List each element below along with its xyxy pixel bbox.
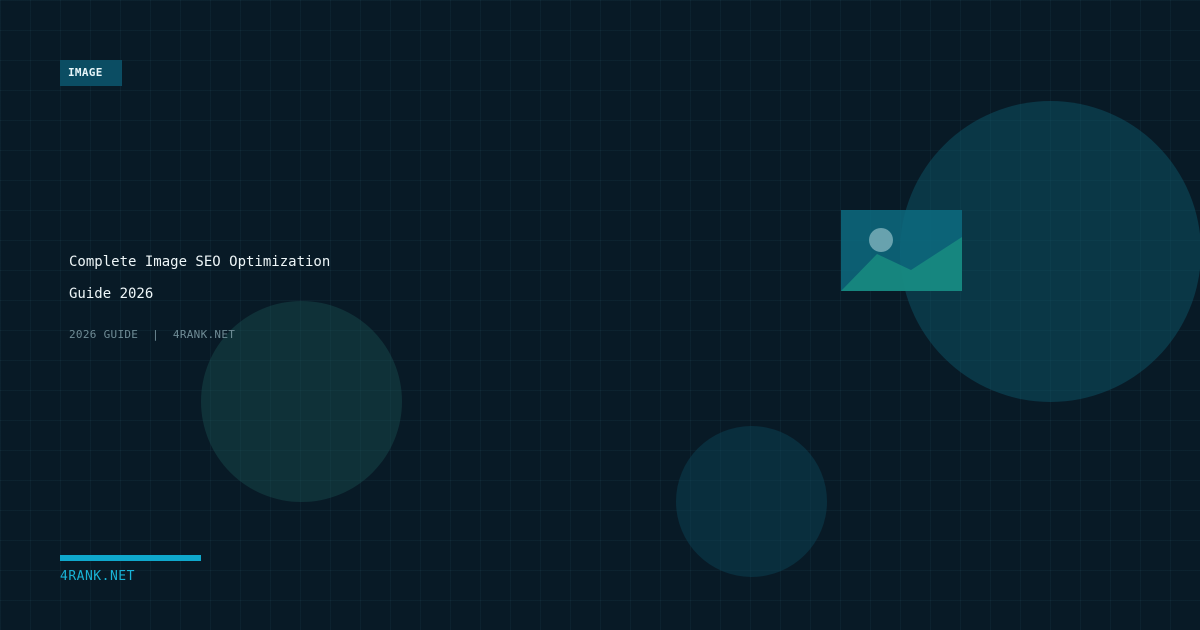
category-tag: IMAGE bbox=[60, 60, 122, 86]
og-card: IMAGE Complete Image SEO Optimization Gu… bbox=[0, 0, 1200, 630]
brand-label: 4RANK.NET bbox=[60, 569, 135, 584]
meta-separator: | bbox=[152, 328, 160, 341]
meta-line: 2026 GUIDE | 4RANK.NET bbox=[69, 328, 235, 341]
title-line-2: Guide 2026 bbox=[69, 286, 154, 302]
accent-bar bbox=[60, 555, 201, 561]
title-line-1: Complete Image SEO Optimization bbox=[69, 254, 331, 270]
image-icon bbox=[841, 210, 962, 291]
meta-site: 4RANK.NET bbox=[172, 328, 236, 341]
page-title: Complete Image SEO Optimization Guide 20… bbox=[69, 246, 399, 310]
meta-guide: 2026 GUIDE bbox=[69, 328, 139, 341]
decorative-circle-middle bbox=[676, 426, 827, 577]
